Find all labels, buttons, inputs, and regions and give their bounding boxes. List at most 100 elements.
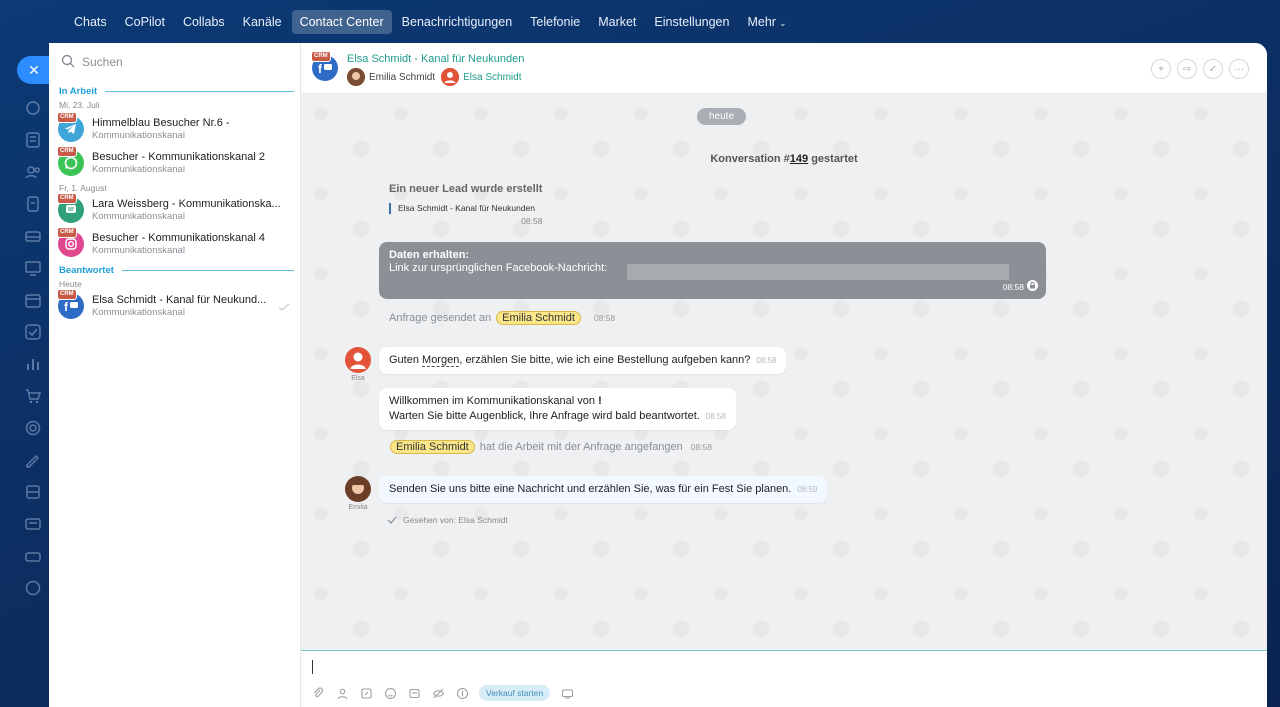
chat-item[interactable]: CRM Himmelblau Besucher Nr.6 - Kommunika…: [49, 112, 300, 149]
author-label: Emilia: [348, 504, 368, 511]
delivery-icon[interactable]: [24, 547, 42, 565]
nav-item-mehr[interactable]: Mehr ⌄: [739, 10, 794, 34]
check-icon: [278, 300, 290, 314]
chat-item[interactable]: CRM Besucher - Kommunikationskanal 2 Kom…: [49, 146, 300, 183]
message-input[interactable]: [313, 657, 1213, 677]
nav-item-benachrichtigungen[interactable]: Benachrichtigungen: [394, 10, 521, 34]
search-bar: [49, 43, 300, 81]
avatar[interactable]: [345, 476, 371, 502]
calendar-icon[interactable]: [24, 291, 42, 309]
nav-item-kan-le[interactable]: Kanäle: [235, 10, 290, 34]
avatar[interactable]: [345, 347, 371, 373]
avatar[interactable]: [347, 68, 365, 86]
user-mention[interactable]: Emilia Schmidt: [390, 440, 475, 454]
analytics-icon[interactable]: [24, 355, 42, 373]
messenger-panel: In Arbeit Mi, 23. Juli CRM Himmelblau Be…: [49, 43, 1267, 707]
facebook-icon: CRM f: [57, 289, 84, 319]
lock-icon: [1027, 280, 1038, 293]
contacts-icon[interactable]: [24, 163, 42, 181]
svg-text:f: f: [318, 62, 323, 75]
user-icon[interactable]: [335, 686, 349, 700]
request-sent-line: Anfrage gesendet an Emilia Schmidt 08:58: [389, 311, 615, 325]
seen-indicator: Gesehen von: Elsa Schmidt: [387, 515, 508, 525]
tasks-icon[interactable]: [24, 323, 42, 341]
nav-item-einstellungen[interactable]: Einstellungen: [646, 10, 737, 34]
search-icon: [61, 54, 75, 71]
forward-icon[interactable]: ⇨: [1177, 59, 1197, 79]
message-bubble[interactable]: Guten Morgen, erzählen Sie bitte, wie ic…: [379, 347, 787, 374]
redacted-link[interactable]: [627, 264, 1009, 280]
add-user-icon[interactable]: +: [1151, 59, 1171, 79]
user-mention[interactable]: Emilia Schmidt: [496, 311, 581, 325]
drive-icon[interactable]: [24, 227, 42, 245]
documents-icon[interactable]: [24, 195, 42, 213]
chat-item-selected[interactable]: CRM f Elsa Schmidt - Kanal für Neukund..…: [49, 289, 300, 326]
smile-icon[interactable]: [383, 686, 397, 700]
quick-answer-icon[interactable]: [359, 686, 373, 700]
whatsapp-icon: CRM: [57, 146, 84, 176]
seen-text: Gesehen von: Elsa Schmidt: [403, 515, 508, 525]
group-header-answered: Beantwortet: [49, 262, 300, 278]
target-icon[interactable]: [24, 419, 42, 437]
nav-item-market[interactable]: Market: [590, 10, 644, 34]
chat-title: Lara Weissberg - Kommunikationska...: [92, 198, 281, 210]
message-text-bold: !: [598, 395, 602, 407]
message-list[interactable]: heute Konversation #149 gestartet Ein ne…: [301, 94, 1267, 651]
member-name[interactable]: Emilia Schmidt: [369, 72, 435, 83]
conv-prefix: Konversation #: [710, 153, 790, 165]
template-icon[interactable]: [407, 686, 421, 700]
feed-icon[interactable]: [24, 131, 42, 149]
shop-icon[interactable]: [24, 387, 42, 405]
crm-badge: CRM: [57, 146, 77, 157]
group-label: Beantwortet: [59, 264, 114, 276]
spellcheck-word[interactable]: Morgen: [422, 354, 460, 367]
nav-item-copilot[interactable]: CoPilot: [117, 10, 173, 34]
message-text: , erzählen Sie bitte, wie ich eine Beste…: [459, 354, 751, 366]
time-label: 08:58: [1002, 281, 1024, 292]
top-navigation: Chats CoPilot Collabs Kanäle Contact Center B…: [66, 9, 797, 34]
nav-item-contact-center[interactable]: Contact Center: [291, 9, 392, 34]
hide-icon[interactable]: [431, 686, 445, 700]
nav-item-chats[interactable]: Chats: [66, 10, 115, 34]
message-bubble[interactable]: Willkommen im Kommunikationskanal von ! …: [379, 388, 736, 430]
lead-title: Ein neuer Lead wurde erstellt: [389, 183, 543, 195]
crm-badge: CRM: [57, 227, 77, 238]
crm-badge: CRM: [311, 51, 331, 62]
message-bubble[interactable]: Senden Sie uns bitte eine Nachricht und …: [379, 476, 828, 503]
chat-title: Besucher - Kommunikationskanal 2: [92, 151, 266, 163]
system-text: Anfrage gesendet an: [389, 312, 492, 324]
sites-icon[interactable]: [24, 515, 42, 533]
bot-message: Willkommen im Kommunikationskanal von ! …: [379, 388, 736, 430]
message-text: Senden Sie uns bitte eine Nachricht und …: [389, 483, 792, 495]
copilot-icon[interactable]: [24, 99, 42, 117]
nav-item-collabs[interactable]: Collabs: [175, 10, 233, 34]
message-text: Guten: [389, 354, 423, 366]
attach-icon[interactable]: [311, 686, 325, 700]
data-received-message: Daten erhalten: Link zur ursprünglichen …: [379, 242, 1046, 299]
avatar[interactable]: [441, 68, 460, 86]
timestamp: 08:58: [593, 313, 616, 323]
help-icon[interactable]: [24, 579, 42, 597]
sign-icon[interactable]: [24, 451, 42, 469]
payment-icon[interactable]: [455, 686, 469, 700]
chat-item[interactable]: CRM Lara Weissberg - Kommunikationska...…: [49, 193, 300, 230]
start-sale-button[interactable]: Verkauf starten: [479, 685, 551, 701]
search-input[interactable]: [82, 55, 272, 69]
message-composer: Verkauf starten: [301, 651, 1267, 707]
screen-share-icon[interactable]: [560, 686, 574, 700]
member-name[interactable]: Elsa Schmidt: [463, 72, 521, 83]
more-icon[interactable]: ···: [1229, 59, 1249, 79]
message-text: Willkommen im Kommunikationskanal von: [389, 395, 599, 407]
lead-quote[interactable]: Elsa Schmidt - Kanal für Neukunden: [389, 203, 542, 214]
screen-icon[interactable]: [24, 259, 42, 277]
archive-icon[interactable]: [24, 483, 42, 501]
close-icon[interactable]: ✕: [17, 56, 51, 84]
finish-icon[interactable]: ✓: [1203, 59, 1223, 79]
conversation-link[interactable]: 149: [790, 153, 808, 165]
date-label: Mi, 23. Juli: [59, 100, 100, 110]
nav-item-telefonie[interactable]: Telefonie: [522, 10, 588, 34]
chat-item[interactable]: CRM Besucher - Kommunikationskanal 4 Kom…: [49, 227, 300, 264]
chat-subtitle: Kommunikationskanal: [92, 130, 185, 141]
chevron-down-icon: ⌄: [778, 17, 787, 28]
chat-title[interactable]: Elsa Schmidt - Kanal für Neukunden: [347, 53, 524, 65]
